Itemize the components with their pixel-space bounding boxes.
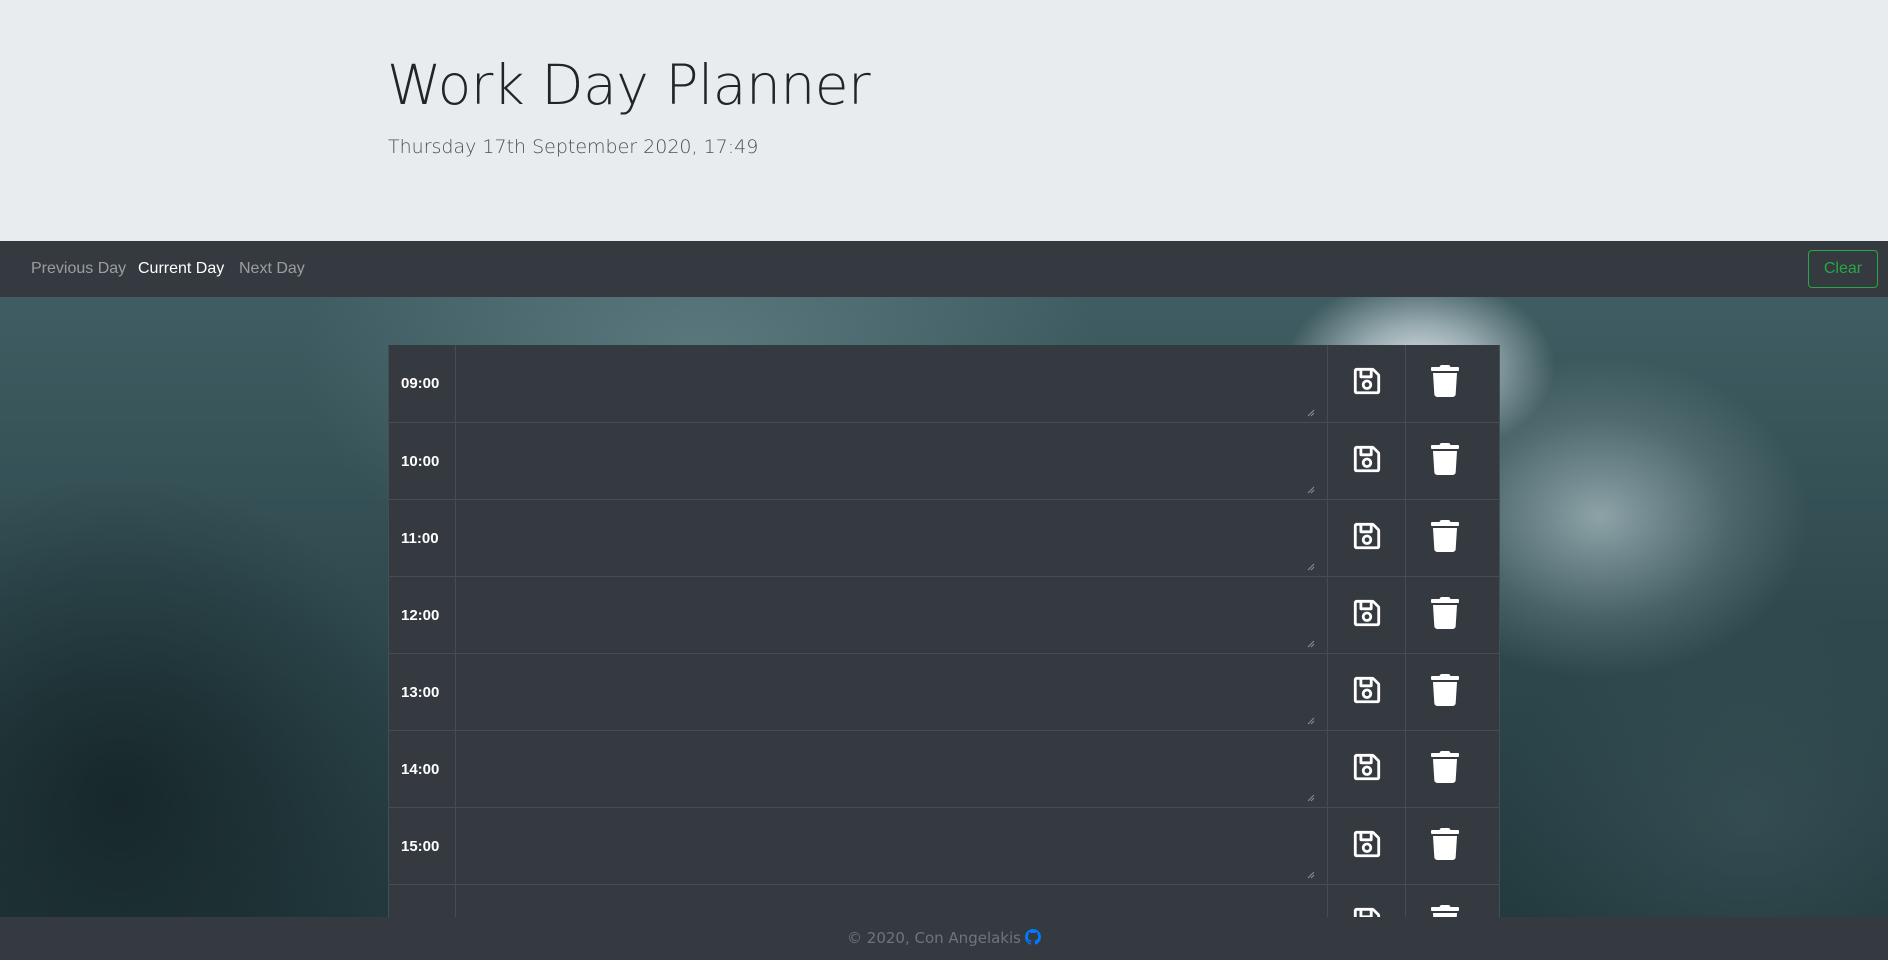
task-cell	[456, 808, 1328, 884]
next-day-link[interactable]: Next Day	[239, 260, 305, 278]
resize-handle-icon[interactable]	[1307, 866, 1315, 879]
save-icon	[1352, 444, 1382, 479]
delete-button[interactable]	[1406, 500, 1484, 576]
hour-label: 10:00	[389, 423, 456, 499]
task-textarea[interactable]	[462, 583, 1315, 645]
task-cell	[456, 731, 1328, 807]
hour-label: 14:00	[389, 731, 456, 807]
save-button[interactable]	[1328, 577, 1406, 653]
hour-label: 11:00	[389, 500, 456, 576]
save-button[interactable]	[1328, 885, 1406, 917]
resize-handle-icon[interactable]	[1307, 404, 1315, 417]
task-cell	[456, 345, 1328, 422]
trash-icon	[1431, 442, 1459, 480]
hour-label: 15:00	[389, 808, 456, 884]
delete-button[interactable]	[1406, 808, 1484, 884]
trash-icon	[1431, 827, 1459, 865]
resize-handle-icon[interactable]	[1307, 635, 1315, 648]
save-button[interactable]	[1328, 808, 1406, 884]
task-textarea[interactable]	[462, 737, 1315, 799]
save-button[interactable]	[1328, 500, 1406, 576]
save-button[interactable]	[1328, 423, 1406, 499]
task-textarea[interactable]	[462, 891, 1315, 917]
planner-row: 09:00	[389, 345, 1499, 422]
planner-row: 11:00	[389, 499, 1499, 576]
save-icon	[1352, 906, 1382, 917]
task-textarea[interactable]	[462, 814, 1315, 876]
delete-button[interactable]	[1406, 731, 1484, 807]
resize-handle-icon[interactable]	[1307, 789, 1315, 802]
delete-button[interactable]	[1406, 345, 1484, 422]
task-textarea[interactable]	[462, 429, 1315, 491]
footer: © 2020, Con Angelakis	[0, 917, 1888, 960]
hour-label: 16:00	[389, 885, 456, 917]
save-icon	[1352, 675, 1382, 710]
trash-icon	[1431, 750, 1459, 788]
save-icon	[1352, 366, 1382, 401]
hour-label: 09:00	[389, 345, 456, 422]
planner-row: 15:00	[389, 807, 1499, 884]
planner-row: 16:00	[389, 884, 1499, 917]
planner-table: 09:0010:0011:0012:0013:0014:0015:0016:00	[388, 345, 1500, 917]
header: Work Day Planner Thursday 17th September…	[0, 0, 1888, 241]
github-icon[interactable]	[1024, 919, 1041, 962]
resize-handle-icon[interactable]	[1307, 481, 1315, 494]
current-day-link[interactable]: Current Day	[138, 260, 224, 278]
save-button[interactable]	[1328, 654, 1406, 730]
save-button[interactable]	[1328, 345, 1406, 422]
save-button[interactable]	[1328, 731, 1406, 807]
save-icon	[1352, 598, 1382, 633]
planner-row: 14:00	[389, 730, 1499, 807]
task-textarea[interactable]	[462, 660, 1315, 722]
clear-button[interactable]: Clear	[1808, 250, 1878, 288]
delete-button[interactable]	[1406, 885, 1484, 917]
save-icon	[1352, 752, 1382, 787]
planner-row: 13:00	[389, 653, 1499, 730]
task-textarea[interactable]	[462, 506, 1315, 568]
resize-handle-icon[interactable]	[1307, 712, 1315, 725]
trash-icon	[1431, 904, 1459, 917]
footer-text: © 2020, Con Angelakis	[847, 929, 1021, 947]
hour-label: 13:00	[389, 654, 456, 730]
task-cell	[456, 577, 1328, 653]
trash-icon	[1431, 596, 1459, 634]
save-icon	[1352, 521, 1382, 556]
trash-icon	[1431, 673, 1459, 711]
planner-row: 10:00	[389, 422, 1499, 499]
trash-icon	[1431, 519, 1459, 557]
delete-button[interactable]	[1406, 423, 1484, 499]
task-cell	[456, 654, 1328, 730]
page-title: Work Day Planner	[387, 53, 871, 117]
hour-label: 12:00	[389, 577, 456, 653]
current-datetime: Thursday 17th September 2020, 17:49	[388, 136, 759, 158]
delete-button[interactable]	[1406, 577, 1484, 653]
save-icon	[1352, 829, 1382, 864]
previous-day-link[interactable]: Previous Day	[31, 260, 126, 278]
resize-handle-icon[interactable]	[1307, 558, 1315, 571]
task-cell	[456, 423, 1328, 499]
delete-button[interactable]	[1406, 654, 1484, 730]
task-cell	[456, 500, 1328, 576]
navbar: Previous Day Current Day Next Day Clear	[0, 241, 1888, 297]
task-textarea[interactable]	[462, 351, 1315, 414]
task-cell	[456, 885, 1328, 917]
planner-row: 12:00	[389, 576, 1499, 653]
trash-icon	[1431, 365, 1459, 402]
